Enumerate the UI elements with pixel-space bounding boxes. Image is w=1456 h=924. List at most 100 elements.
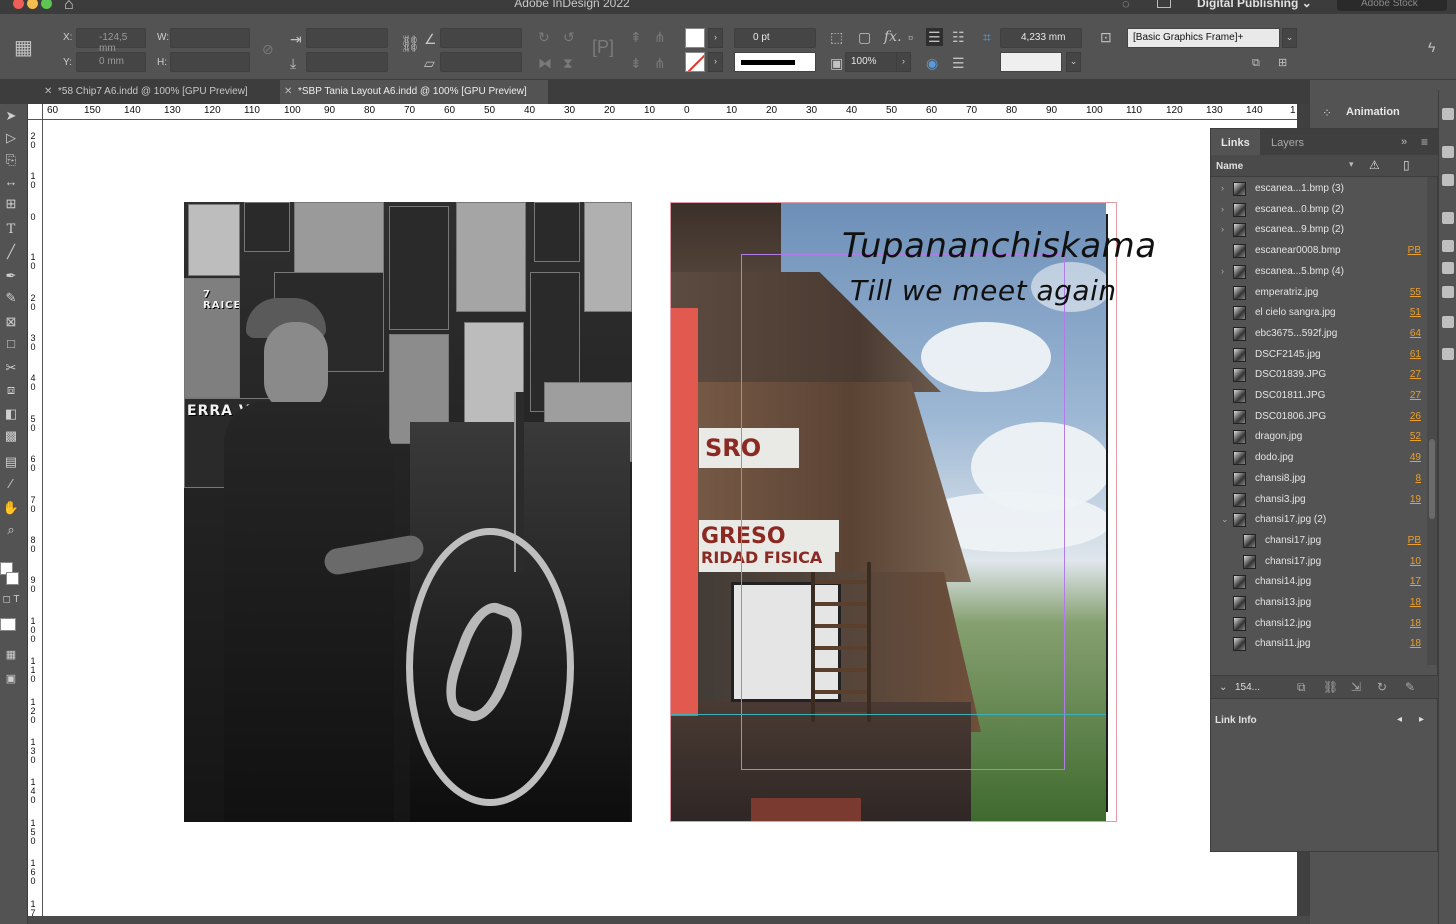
link-page-number[interactable]: 19 bbox=[1410, 494, 1421, 505]
stroke-panel-icon[interactable] bbox=[1442, 212, 1454, 224]
reference-point-icon[interactable]: ▦ bbox=[14, 38, 33, 58]
rectangle-tool-icon[interactable]: □ bbox=[0, 336, 22, 351]
link-row[interactable]: chansi12.jpg 18 bbox=[1211, 614, 1427, 634]
rectangle-frame-tool-icon[interactable]: ⊠ bbox=[0, 314, 22, 329]
link-row[interactable]: DSC01806.JPG 26 bbox=[1211, 407, 1427, 427]
expand-icon[interactable]: › bbox=[1221, 183, 1224, 193]
link-row[interactable]: › escanea...0.bmp (2) bbox=[1211, 200, 1427, 220]
expand-icon[interactable]: › bbox=[1221, 224, 1224, 234]
paragraph-panel-icon[interactable] bbox=[1442, 286, 1454, 298]
height-input[interactable] bbox=[170, 52, 250, 72]
drop-shadow-icon[interactable]: ▫ bbox=[908, 30, 913, 44]
link-row[interactable]: › escanea...5.bmp (4) bbox=[1211, 262, 1427, 282]
link-row[interactable]: DSC01811.JPG 27 bbox=[1211, 386, 1427, 406]
subline-text[interactable]: Till we meet again bbox=[850, 274, 1117, 307]
eyedropper-tool-icon[interactable]: ⁄ bbox=[0, 476, 22, 491]
link-page-number[interactable]: PB bbox=[1408, 535, 1421, 546]
pencil-tool-icon[interactable]: ✎ bbox=[0, 290, 22, 305]
close-tab-icon[interactable]: ✕ bbox=[44, 86, 52, 97]
stroke-type-select[interactable] bbox=[734, 52, 816, 72]
color-panel-icon[interactable] bbox=[1442, 262, 1454, 274]
corner-options-icon[interactable]: ⌗ bbox=[983, 30, 991, 44]
corner-shape-dropdown[interactable]: ⌄ bbox=[1066, 52, 1081, 72]
link-row[interactable]: dodo.jpg 49 bbox=[1211, 448, 1427, 468]
content-collector-icon[interactable]: ⊞ bbox=[0, 196, 22, 211]
scale-x-input[interactable] bbox=[306, 28, 388, 48]
flip-vertical-icon[interactable]: ⧗ bbox=[563, 56, 573, 70]
swatches-panel-icon[interactable] bbox=[1442, 240, 1454, 252]
link-row[interactable]: escanear0008.bmp PB bbox=[1211, 241, 1427, 261]
link-page-number[interactable]: 8 bbox=[1415, 473, 1421, 484]
select-content-icon[interactable]: ⇟ bbox=[630, 56, 642, 70]
link-row[interactable]: chansi17.jpg PB bbox=[1211, 531, 1427, 551]
gradient-feather-tool-icon[interactable]: ▩ bbox=[0, 428, 22, 443]
animation-panel-tab[interactable]: ⁘ Animation bbox=[1310, 96, 1438, 128]
select-previous-icon[interactable]: ⋔ bbox=[654, 30, 666, 44]
frame-shape-icon[interactable]: ▢ bbox=[858, 30, 871, 44]
tab-doc-1[interactable]: ✕ *58 Chip7 A6.indd @ 100% [GPU Preview] bbox=[40, 80, 274, 104]
link-page-number[interactable]: 18 bbox=[1410, 597, 1421, 608]
width-input[interactable] bbox=[170, 28, 250, 48]
relink-icon[interactable]: ⛓ bbox=[1323, 680, 1338, 694]
link-page-number[interactable]: 10 bbox=[1410, 556, 1421, 567]
align-icon[interactable]: ☰ bbox=[952, 56, 965, 70]
lightning-icon[interactable]: ϟ bbox=[1428, 40, 1435, 54]
corner-size-input[interactable]: 4,233 mm bbox=[1000, 28, 1082, 48]
panel-menu-icon[interactable]: ≡ bbox=[1421, 135, 1428, 149]
link-row[interactable]: ebc3675...592f.jpg 64 bbox=[1211, 324, 1427, 344]
adobe-stock-search[interactable]: Adobe Stock bbox=[1337, 0, 1447, 11]
expand-icon[interactable]: ⌄ bbox=[1221, 514, 1229, 525]
link-row[interactable]: ⌄ chansi17.jpg (2) bbox=[1211, 510, 1427, 530]
links-scrollbar[interactable] bbox=[1427, 177, 1437, 665]
links-scroll-thumb[interactable] bbox=[1429, 439, 1435, 519]
note-tool-icon[interactable]: ▤ bbox=[0, 454, 22, 469]
zoom-tool-icon[interactable]: ⌕ bbox=[0, 522, 22, 537]
text-wrap-none-icon[interactable]: ☰ bbox=[926, 28, 943, 46]
text-frame-icon[interactable]: [P] bbox=[592, 38, 614, 56]
flip-horizontal-icon[interactable]: ⧓ bbox=[538, 56, 552, 70]
stroke-swatch-dropdown[interactable]: › bbox=[708, 52, 723, 72]
gap-tool-icon[interactable]: ↔ bbox=[0, 174, 22, 189]
object-style-dropdown[interactable]: ⌄ bbox=[1282, 28, 1297, 48]
gradient-swatch-tool-icon[interactable]: ◧ bbox=[0, 406, 22, 421]
screen-mode-icon[interactable]: ▦ bbox=[0, 648, 22, 663]
tab-layers[interactable]: Layers bbox=[1261, 129, 1314, 155]
rotate-ccw-icon[interactable]: ↺ bbox=[563, 30, 575, 44]
lightbulb-icon[interactable]: ◌ bbox=[1122, 0, 1130, 11]
link-page-number[interactable]: 49 bbox=[1410, 452, 1421, 463]
x-input[interactable]: -124,5 mm bbox=[76, 28, 146, 54]
link-row[interactable]: chansi3.jpg 19 bbox=[1211, 490, 1427, 510]
constrain-proportions-icon[interactable]: ⊘ bbox=[262, 42, 274, 56]
link-scale-icon[interactable]: ⛓ bbox=[400, 37, 420, 53]
sort-icon[interactable]: ▾ bbox=[1349, 159, 1354, 170]
stroke-weight-input[interactable]: 0 pt bbox=[734, 28, 816, 48]
opacity-dropdown[interactable]: › bbox=[896, 52, 911, 72]
free-transform-tool-icon[interactable]: ⧈ bbox=[0, 382, 22, 397]
link-page-number[interactable]: 51 bbox=[1410, 307, 1421, 318]
horizontal-ruler[interactable]: 60 150 140 130 120 110 100 90 80 70 60 50 40 30 20 10 0 1… bbox=[43, 104, 1297, 120]
close-tab-icon[interactable]: ✕ bbox=[284, 86, 292, 97]
link-row[interactable]: chansi11.jpg 18 bbox=[1211, 634, 1427, 654]
link-page-number[interactable]: 18 bbox=[1410, 638, 1421, 649]
y-input[interactable]: 0 mm bbox=[76, 52, 146, 72]
link-page-number[interactable]: 27 bbox=[1410, 390, 1421, 401]
go-to-link-icon[interactable]: ⇲ bbox=[1351, 680, 1361, 694]
cc-libraries-icon[interactable] bbox=[1442, 146, 1454, 158]
select-container-icon[interactable]: ⇞ bbox=[630, 30, 642, 44]
link-row[interactable]: chansi14.jpg 17 bbox=[1211, 572, 1427, 592]
scissors-tool-icon[interactable]: ✂ bbox=[0, 360, 22, 375]
relink-from-cc-icon[interactable]: ⧉ bbox=[1297, 680, 1306, 695]
update-link-icon[interactable]: ↻ bbox=[1377, 680, 1387, 694]
edit-original-icon[interactable]: ✎ bbox=[1405, 680, 1415, 694]
stroke-color-icon[interactable] bbox=[6, 572, 19, 585]
link-row[interactable]: dragon.jpg 52 bbox=[1211, 427, 1427, 447]
link-page-number[interactable]: 64 bbox=[1410, 328, 1421, 339]
rotate-input[interactable] bbox=[440, 28, 522, 48]
page-icon[interactable]: ▯ bbox=[1403, 158, 1410, 172]
fill-swatch-dropdown[interactable]: › bbox=[708, 28, 723, 48]
link-page-number[interactable]: 17 bbox=[1410, 576, 1421, 587]
expand-icon[interactable]: › bbox=[1221, 266, 1224, 276]
line-tool-icon[interactable]: ╱ bbox=[0, 244, 22, 259]
link-page-number[interactable]: 61 bbox=[1410, 349, 1421, 360]
link-row[interactable]: DSC01839.JPG 27 bbox=[1211, 365, 1427, 385]
